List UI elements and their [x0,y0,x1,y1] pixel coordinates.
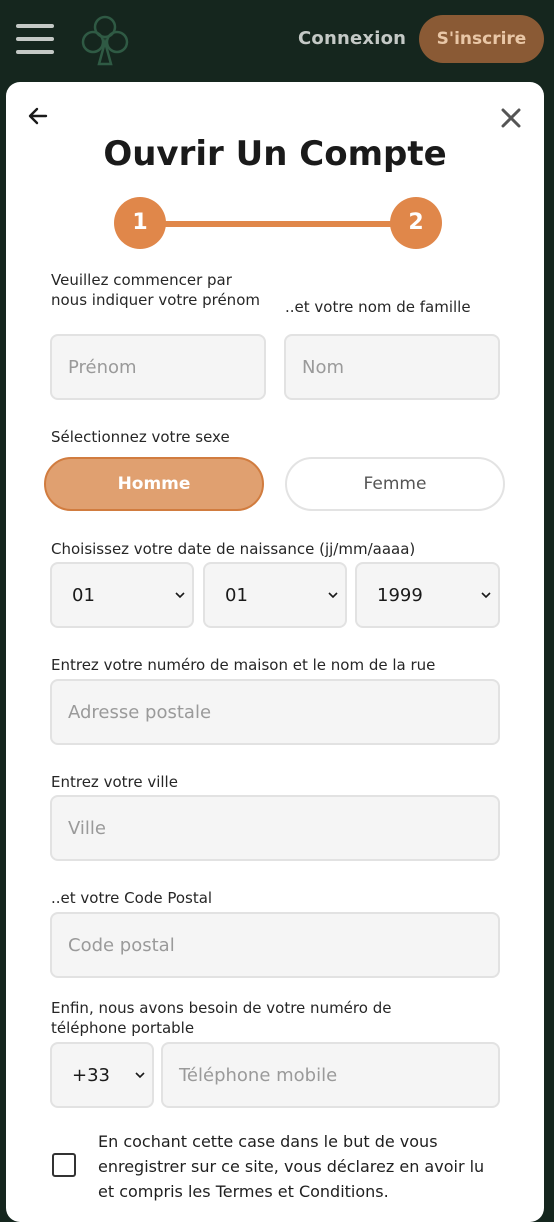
dob-year-value: 1999 [377,584,423,606]
club-logo-icon[interactable] [80,12,130,68]
step-2: 2 [390,197,442,249]
address-label: Entrez votre numéro de maison et le nom … [51,656,436,674]
postcode-label: ..et votre Code Postal [51,889,213,907]
dob-day-value: 01 [72,584,95,606]
terms-consent-text: En cochant cette case dans le but de vou… [98,1132,485,1201]
signup-button[interactable]: S'inscrire [419,15,544,63]
address-input[interactable]: Adresse postale [50,679,500,745]
stepper-line [140,221,410,227]
page-title: Ouvrir Un Compte [103,134,447,174]
close-icon[interactable] [500,107,522,129]
dob-month-value: 01 [225,584,248,606]
gender-male-button[interactable]: Homme [44,457,264,511]
step-1: 1 [114,197,166,249]
top-bar: Connexion S'inscrire [0,0,554,80]
dob-month-select[interactable]: 01 [203,562,347,628]
city-input[interactable]: Ville [50,795,500,861]
last-name-label: ..et votre nom de famille [285,298,471,316]
dob-year-select[interactable]: 1999 [355,562,500,628]
dob-day-select[interactable]: 01 [50,562,194,628]
chevron-down-icon [481,592,491,599]
terms-checkbox[interactable] [52,1153,76,1177]
progress-stepper: 1 2 [112,197,442,251]
phone-prefix-value: +33 [72,1064,110,1086]
hamburger-icon[interactable] [16,22,54,56]
last-name-input[interactable]: Nom [284,334,500,400]
phone-label: Enfin, nous avons besoin de votre numéro… [51,999,392,1037]
chevron-down-icon [135,1072,145,1079]
signup-modal: Ouvrir Un Compte 1 2 Veuillez commencer … [6,82,544,1222]
phone-prefix-select[interactable]: +33 [50,1042,154,1108]
first-name-label: Veuillez commencer par nous indiquer vot… [51,271,260,309]
login-link[interactable]: Connexion [298,28,406,49]
chevron-down-icon [328,592,338,599]
gender-label: Sélectionnez votre sexe [51,428,230,446]
chevron-down-icon [175,592,185,599]
phone-input[interactable]: Téléphone mobile [161,1042,500,1108]
arrow-left-icon[interactable] [26,104,50,128]
first-name-input[interactable]: Prénom [50,334,266,400]
city-label: Entrez votre ville [51,773,178,791]
gender-female-button[interactable]: Femme [285,457,505,511]
dob-label: Choisissez votre date de naissance (jj/m… [51,540,416,558]
postcode-input[interactable]: Code postal [50,912,500,978]
